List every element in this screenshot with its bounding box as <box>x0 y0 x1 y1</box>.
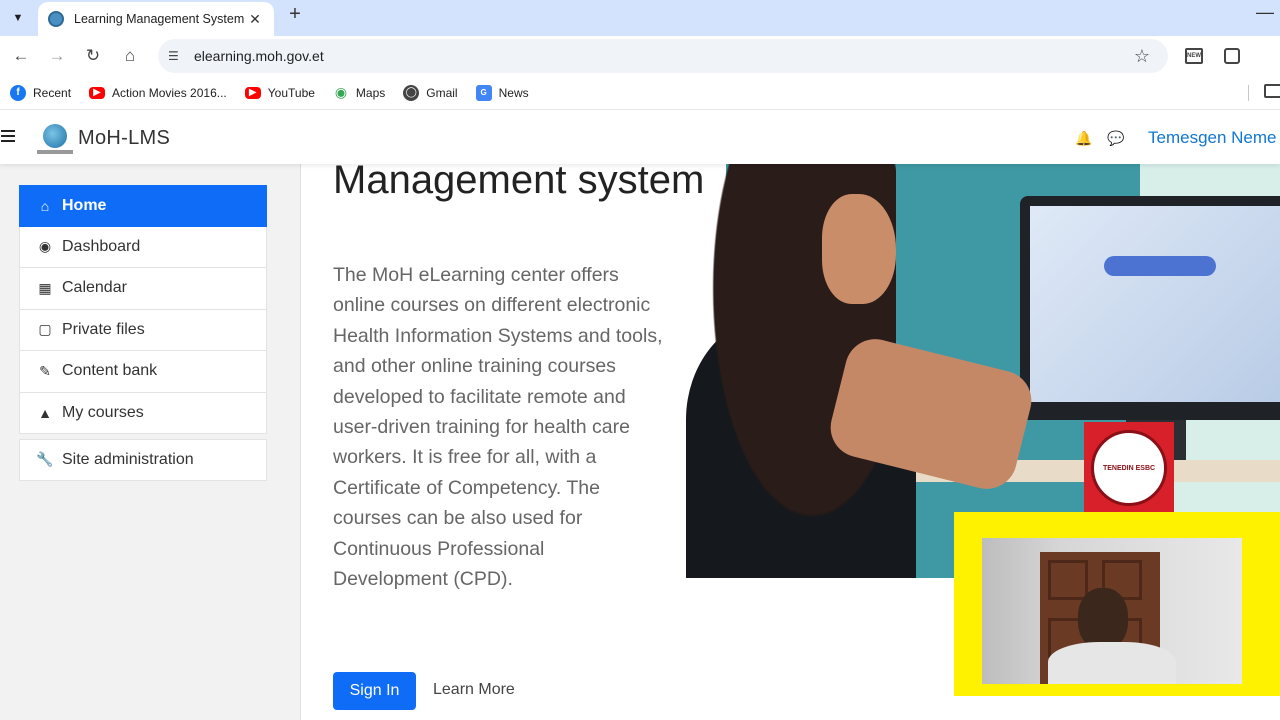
bookmark-youtube[interactable]: ▶ YouTube <box>244 86 315 100</box>
webcam-feed-image <box>982 538 1242 684</box>
bookmark-recent[interactable]: f Recent <box>10 84 71 101</box>
home-icon[interactable]: ⌂ <box>118 44 142 68</box>
tab-search-chevron-icon[interactable]: ▼ <box>6 6 30 30</box>
home-icon: ⌂ <box>40 197 50 214</box>
hero-description: The MoH eLearning center offers online c… <box>333 264 663 591</box>
maps-icon: ◉ <box>334 84 348 100</box>
browser-toolbar: ← → ↻ ⌂ ☰ elearning.moh.gov.et ☆ NEW <box>0 36 1280 76</box>
nav-drawer: ⌂ Home ◉ Dashboard ▦ Calendar ▢ Private … <box>0 164 287 720</box>
calendar-icon: ▦ <box>38 279 52 296</box>
channel-logo-stamp: TENEDIN ESBC <box>1084 422 1174 514</box>
browser-tab-strip: ▼ Learning Management System ✕ + — <box>0 0 1280 36</box>
facebook-icon: f <box>10 84 26 101</box>
admin-nav-list: 🔧 Site administration <box>19 439 267 481</box>
brush-icon: ✎ <box>39 362 51 379</box>
hero-title: Management system <box>333 164 705 202</box>
dashboard-icon: ◉ <box>38 238 52 255</box>
drawer-gutter <box>287 164 301 720</box>
nav-item-content-bank[interactable]: ✎ Content bank <box>19 351 267 393</box>
main-content: Management system The MoH eLearning cent… <box>302 164 1280 720</box>
nav-item-site-administration[interactable]: 🔧 Site administration <box>19 439 267 481</box>
youtube-icon: ▶ <box>244 86 261 99</box>
site-info-icon[interactable]: ☰ <box>168 49 184 63</box>
minimize-window-icon[interactable]: — <box>1256 2 1274 23</box>
webcam-overlay <box>954 512 1280 696</box>
tab-title: Learning Management System <box>74 12 245 26</box>
new-tab-plus-icon[interactable]: + <box>284 4 306 26</box>
nav-item-home[interactable]: ⌂ Home <box>19 185 267 227</box>
reload-icon[interactable]: ↻ <box>81 44 105 68</box>
nav-item-calendar[interactable]: ▦ Calendar <box>19 268 267 310</box>
wrench-icon: 🔧 <box>36 451 54 468</box>
bookmark-star-icon[interactable]: ☆ <box>1130 46 1154 67</box>
user-menu-name[interactable]: Temesgen Neme <box>1148 128 1277 148</box>
globe-logo-icon <box>43 124 67 148</box>
bookmarks-separator <box>1248 85 1249 101</box>
learn-more-link[interactable]: Learn More <box>433 681 515 699</box>
sign-in-button[interactable]: Sign In <box>333 672 416 710</box>
monitor-illustration <box>1020 196 1280 420</box>
back-arrow-icon[interactable]: ← <box>9 44 33 68</box>
globe-icon: ◯ <box>403 84 420 101</box>
extensions-puzzle-icon[interactable] <box>1221 46 1243 66</box>
address-bar[interactable]: ☰ elearning.moh.gov.et ☆ <box>158 39 1168 73</box>
nav-list: ⌂ Home ◉ Dashboard ▦ Calendar ▢ Private … <box>19 185 267 434</box>
bookmark-maps[interactable]: ◉ Maps <box>333 84 385 101</box>
moh-logo[interactable] <box>37 124 73 156</box>
browser-tab-active[interactable]: Learning Management System ✕ <box>38 2 274 36</box>
news-icon: G <box>475 84 492 101</box>
bookmarks-folder-icon[interactable] <box>1264 84 1280 98</box>
bookmark-news[interactable]: G News <box>475 84 529 101</box>
site-favicon-icon <box>48 11 64 27</box>
bookmark-action-movies[interactable]: ▶ Action Movies 2016... <box>89 86 227 100</box>
nav-item-dashboard[interactable]: ◉ Dashboard <box>19 226 267 268</box>
youtube-icon: ▶ <box>89 86 106 99</box>
nav-item-my-courses[interactable]: ▲ My courses <box>19 392 267 434</box>
new-extension-icon[interactable]: NEW <box>1183 46 1205 66</box>
bookmark-gmail[interactable]: ◯ Gmail <box>403 84 458 101</box>
site-navbar: MoH-LMS 🔔 💬 Temesgen Neme <box>0 112 1280 164</box>
forward-arrow-icon[interactable]: → <box>45 44 69 68</box>
bookmarks-bar: f Recent ▶ Action Movies 2016... ▶ YouTu… <box>0 76 1280 110</box>
file-icon: ▢ <box>38 321 52 338</box>
site-brand[interactable]: MoH-LMS <box>78 127 170 150</box>
url-text[interactable]: elearning.moh.gov.et <box>194 48 1130 64</box>
messages-chat-icon[interactable]: 💬 <box>1107 130 1125 146</box>
nav-item-private-files[interactable]: ▢ Private files <box>19 309 267 351</box>
close-tab-icon[interactable]: ✕ <box>246 11 264 28</box>
notification-bell-icon[interactable]: 🔔 <box>1075 130 1092 146</box>
graduation-cap-icon: ▲ <box>38 404 52 421</box>
presenter-image <box>1078 588 1128 650</box>
stamp-text: TENEDIN ESBC <box>1091 430 1167 506</box>
menu-hamburger-icon[interactable] <box>1 130 15 144</box>
